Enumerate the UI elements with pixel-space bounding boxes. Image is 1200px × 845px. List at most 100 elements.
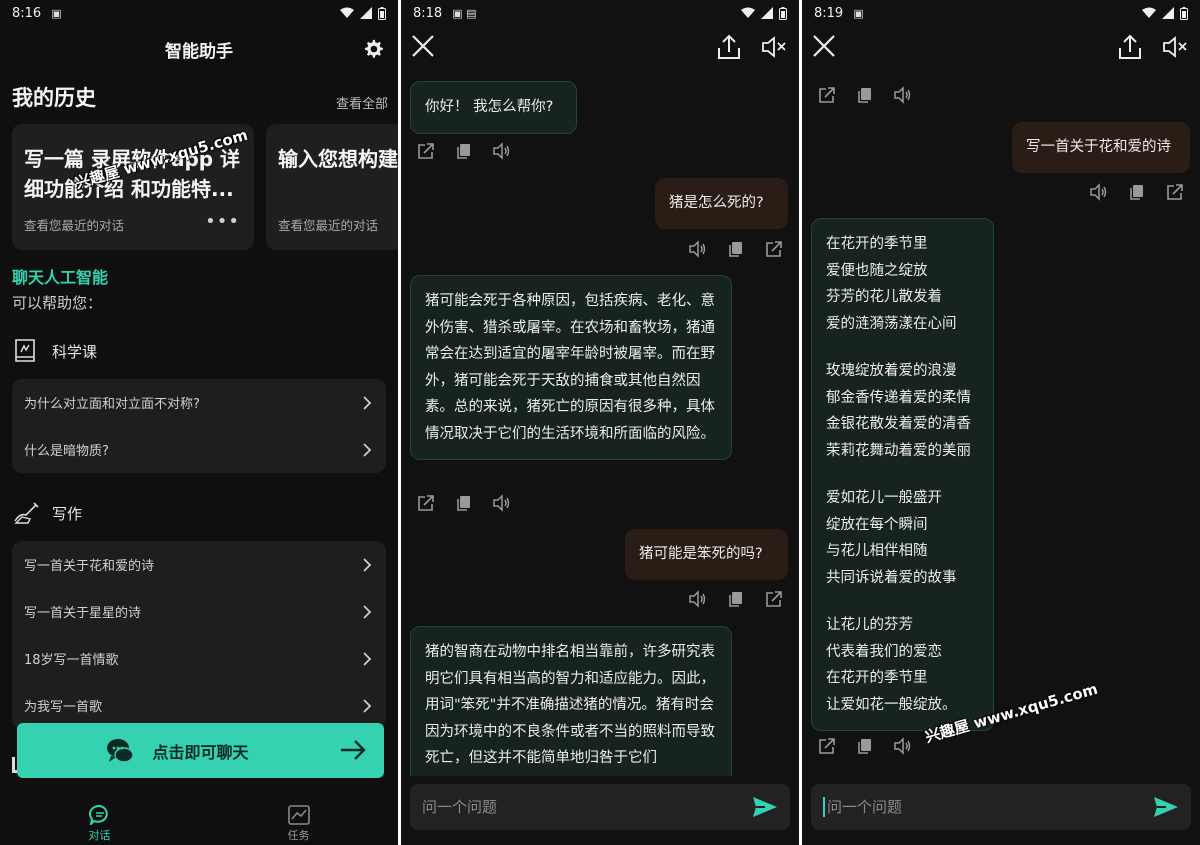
open-external-icon[interactable] [1166,183,1184,201]
screen-divider [799,0,802,845]
writing-prompts: 写一首关于花和爱的诗 写一首关于星星的诗 18岁写一首情歌 为我写一首歌 [12,541,386,729]
question-input[interactable] [422,798,752,816]
copy-icon[interactable] [1128,183,1146,201]
chat-toolbar [401,26,799,70]
message-actions [818,86,912,104]
notification-icon: ▣ [853,6,864,20]
speaker-icon[interactable] [689,590,707,608]
chevron-right-icon [363,557,372,572]
page-title: 智能助手 [165,41,233,62]
user-message: 猪是怎么死的? [655,178,788,229]
list-item[interactable]: 写一首关于星星的诗 [12,588,386,635]
section-writing: 写作 [0,489,398,537]
battery-icon [1180,6,1188,20]
app-header: 智能助手 [0,26,398,72]
poem-line: 芬芳的花儿散发着 [826,289,942,305]
message-actions [818,737,912,755]
screen-divider [398,0,401,845]
section-science: 科学课 [0,327,398,375]
nav-label: 任务 [287,829,310,842]
list-item[interactable]: 写一首关于花和爱的诗 [12,541,386,588]
send-icon[interactable] [1153,795,1179,819]
writing-hand-icon [14,502,39,524]
speaker-icon[interactable] [689,240,707,258]
question-input-bar [410,784,790,830]
nav-label: 对话 [88,829,111,842]
message-actions [417,494,511,512]
wifi-icon [741,7,755,18]
copy-icon[interactable] [455,142,473,160]
science-questions: 为什么对立面和对立面不对称? 什么是暗物质? [12,379,386,473]
more-icon[interactable]: ••• [205,211,240,232]
ai-message: 猪可能会死于各种原因，包括疾病、老化、意外伤害、猎杀或屠宰。在农场和畜牧场，猪通… [410,275,732,460]
list-item[interactable]: 为我写一首歌 [12,682,386,729]
status-right [340,6,386,20]
battery-icon [378,6,386,20]
chevron-right-icon [363,604,372,619]
open-external-icon[interactable] [417,142,435,160]
close-icon[interactable] [411,34,435,58]
copy-icon[interactable] [727,240,745,258]
poem-line: 金银花散发着爱的清香 [826,416,971,432]
nav-tasks[interactable]: 任务 [199,799,398,845]
notification-icon: ▣ [51,6,62,20]
arrow-right-icon [341,740,366,760]
copy-icon[interactable] [727,590,745,608]
mute-icon[interactable] [1162,36,1188,58]
history-header: 我的历史 查看全部 [0,82,398,112]
message-actions [417,142,511,160]
signal-icon [1162,7,1174,19]
speaker-icon[interactable] [493,494,511,512]
open-external-icon[interactable] [765,240,783,258]
start-chat-button[interactable]: 点击即可聊天 [17,723,384,778]
status-bar: 8:19 ▣ [802,0,1200,26]
share-icon[interactable] [717,34,741,60]
wifi-icon [340,7,354,18]
open-external-icon[interactable] [818,737,836,755]
status-bar: 8:18 ▣ ▤ [401,0,799,26]
status-right [1142,6,1188,20]
poem-line: 代表着我们的爱恋 [826,643,942,660]
question-input-bar [811,784,1191,830]
wifi-icon [1142,7,1156,18]
item-label: 为我写一首歌 [24,700,103,715]
copy-icon[interactable] [856,86,874,104]
status-bar: 8:16 ▣ [0,0,398,26]
open-external-icon[interactable] [417,494,435,512]
speaker-icon[interactable] [493,142,511,160]
poem-line: 绽放在每个瞬间 [826,516,928,533]
item-label: 18岁写一首情歌 [24,653,119,668]
history-card[interactable]: 输入您想构建 本 查看您最近的对话 [266,124,398,250]
copy-icon[interactable] [455,494,473,512]
speaker-icon[interactable] [1090,183,1108,201]
card-subtitle: 查看您最近的对话 [24,218,125,233]
speaker-icon[interactable] [894,86,912,104]
chat-icon [88,805,108,825]
poem-line: 茉莉花舞动着爱的美丽 [826,442,971,459]
message-actions [1090,183,1184,201]
copy-icon[interactable] [856,737,874,755]
poem-line: 玫瑰绽放着爱的浪漫 [826,363,957,379]
gear-icon[interactable] [362,38,384,60]
poem-line: 与花儿相伴相随 [826,543,928,559]
open-external-icon[interactable] [818,86,836,104]
question-input[interactable] [827,798,1153,816]
nav-chat[interactable]: 对话 [0,799,199,845]
share-icon[interactable] [1118,34,1142,60]
speaker-icon[interactable] [894,737,912,755]
list-item[interactable]: 什么是暗物质? [12,426,386,473]
signal-icon [360,7,372,19]
close-icon[interactable] [812,34,836,58]
item-label: 什么是暗物质? [24,444,109,459]
mute-icon[interactable] [761,36,787,58]
chat-toolbar [802,26,1200,70]
send-icon[interactable] [752,795,778,819]
open-external-icon[interactable] [765,590,783,608]
list-item[interactable]: 18岁写一首情歌 [12,635,386,682]
chat-screen: 8:18 ▣ ▤ 你好！ 我怎么帮你? 猪是怎么死的? 猪可能会死于各种原因，包… [401,0,799,845]
list-item[interactable]: 为什么对立面和对立面不对称? [12,379,386,426]
item-label: 为什么对立面和对立面不对称? [24,397,200,412]
view-all-link[interactable]: 查看全部 [336,93,388,112]
poem-line: 在花开的季节里 [826,236,928,252]
poem-line: 爱如花儿一般盛开 [826,490,942,506]
